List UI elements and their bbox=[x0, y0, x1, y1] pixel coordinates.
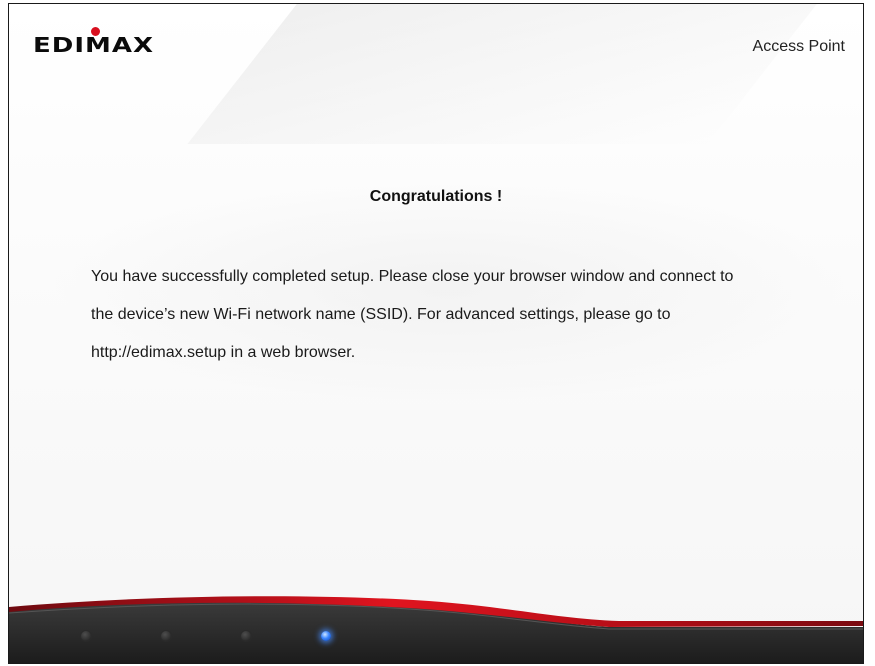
step-indicator-3 bbox=[241, 631, 251, 641]
message-line: You have successfully completed setup. P… bbox=[91, 268, 734, 285]
page-title: Congratulations ! bbox=[369, 188, 503, 205]
message-line: http://edimax.setup in a web browser. bbox=[91, 344, 356, 361]
logo-dot bbox=[91, 27, 100, 36]
edimax-logo: EDIMAX bbox=[33, 27, 155, 74]
completion-message: You have successfully completed setup. P… bbox=[91, 258, 811, 372]
logo-text: EDIMAX bbox=[33, 34, 155, 58]
footer-graphic bbox=[9, 596, 863, 663]
step-indicator-4-active bbox=[321, 631, 331, 641]
step-indicator-2 bbox=[161, 631, 171, 641]
mode-label: Access Point bbox=[752, 38, 845, 55]
footer-bar bbox=[9, 593, 863, 663]
background-sheen bbox=[187, 4, 863, 144]
step-indicator-1 bbox=[81, 631, 91, 641]
wizard-window: EDIMAX Access Point Congratulations ! Yo… bbox=[8, 3, 864, 664]
message-line: the device’s new Wi-Fi network name (SSI… bbox=[91, 306, 671, 323]
